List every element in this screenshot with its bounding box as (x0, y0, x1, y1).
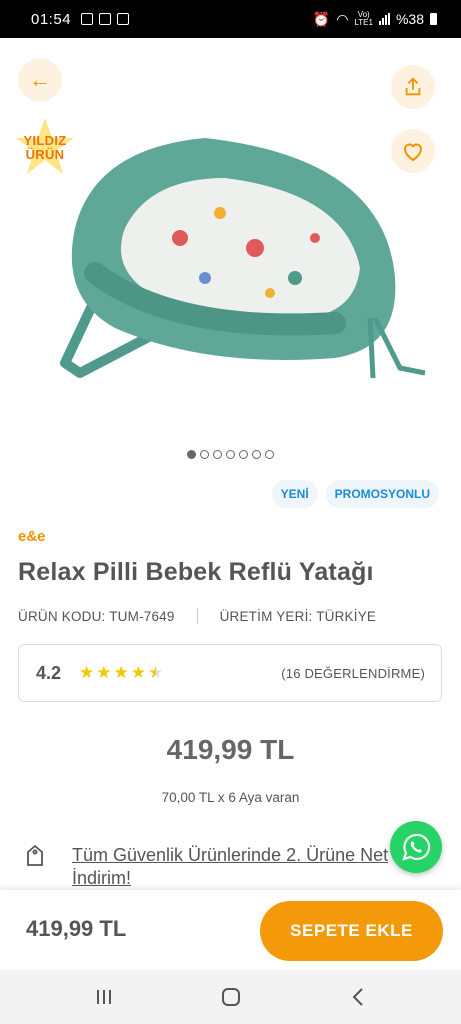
gallery-dot[interactable] (200, 450, 209, 459)
installment-info: 70,00 TL x 6 Aya varan (161, 790, 300, 805)
back-icon (352, 988, 363, 1006)
notification-app-icon (81, 13, 94, 25)
product-origin: ÜRETİM YERİ: TÜRKİYE (219, 608, 377, 624)
price-tag-icon (27, 844, 43, 866)
rating-summary[interactable]: 4.2 ★ ★ ★ ★ ★ (16 DEĞERLENDİRME) (18, 644, 442, 702)
gallery-dot[interactable] (213, 450, 222, 459)
battery-percent: %38 (395, 11, 424, 27)
gallery-dot[interactable] (265, 450, 274, 459)
product-tags: YENİ PROMOSYONLU (271, 480, 439, 508)
gallery-dot[interactable] (252, 450, 261, 459)
notification-camera-icon (99, 13, 112, 25)
star-icon: ★ (113, 663, 129, 682)
share-icon (405, 77, 421, 96)
arrow-left-icon: ← (29, 67, 51, 92)
meta-divider (196, 608, 198, 624)
bottom-action-bar: 419,99 TL SEPETE EKLE (0, 890, 461, 970)
share-button[interactable] (391, 65, 435, 109)
alarm-icon: ⏰ (312, 10, 331, 27)
product-meta: ÜRÜN KODU: TUM-7649 ÜRETİM YERİ: TÜRKİYE (18, 608, 376, 624)
tag-promo: PROMOSYONLU (325, 480, 439, 508)
rating-value: 4.2 (36, 662, 62, 683)
gallery-dot[interactable] (239, 450, 248, 459)
recents-button[interactable] (84, 982, 124, 1012)
recents-icon (96, 990, 111, 1004)
brand-name[interactable]: e&e (18, 528, 46, 545)
home-icon (221, 988, 240, 1006)
bottom-price: 419,99 TL (26, 916, 127, 941)
wifi-icon: ◠ (336, 10, 349, 27)
system-nav-bar (0, 970, 461, 1024)
rating-stars: ★ ★ ★ ★ ★ (79, 663, 163, 683)
review-count[interactable]: (16 DEĞERLENDİRME) (281, 666, 425, 681)
status-right: ⏰ ◠ Vo) LTE1 %38 (313, 0, 437, 38)
star-icon: ★ (130, 663, 147, 682)
status-bar: 01:54 ⏰ ◠ Vo) LTE1 %38 (0, 0, 461, 38)
star-icon: ★ (79, 663, 95, 682)
product-title: Relax Pilli Bebek Reflü Yatağı (18, 558, 374, 586)
gallery-dot[interactable] (187, 450, 196, 459)
home-button[interactable] (211, 982, 251, 1012)
back-button[interactable]: ← (18, 58, 62, 102)
volte-label: Vo) LTE1 (354, 10, 373, 27)
notification-message-icon (117, 13, 130, 25)
gallery-dot[interactable] (226, 450, 235, 459)
tag-new: YENİ (271, 480, 318, 508)
star-half-icon: ★ (148, 663, 164, 682)
whatsapp-icon (402, 833, 431, 861)
back-button-system[interactable] (338, 982, 378, 1012)
notification-icons (81, 13, 130, 25)
promo-link[interactable]: Tüm Güvenlik Ürünlerinde 2. Ürüne Net İn… (24, 844, 402, 890)
promo-text[interactable]: Tüm Güvenlik Ürünlerinde 2. Ürüne Net İn… (72, 844, 402, 890)
product-code: ÜRÜN KODU: TUM-7649 (18, 608, 175, 624)
add-to-cart-button[interactable]: SEPETE EKLE (260, 901, 443, 961)
product-image (60, 138, 426, 379)
product-price: 419,99 TL (166, 734, 295, 765)
star-icon: ★ (96, 663, 112, 682)
signal-icon (378, 13, 390, 25)
whatsapp-button[interactable] (390, 821, 442, 873)
product-gallery[interactable]: ← YILDIZ ÜRÜN (0, 38, 461, 468)
battery-icon (430, 13, 437, 25)
gallery-pagination[interactable] (0, 450, 461, 459)
status-time: 01:54 (31, 10, 72, 28)
